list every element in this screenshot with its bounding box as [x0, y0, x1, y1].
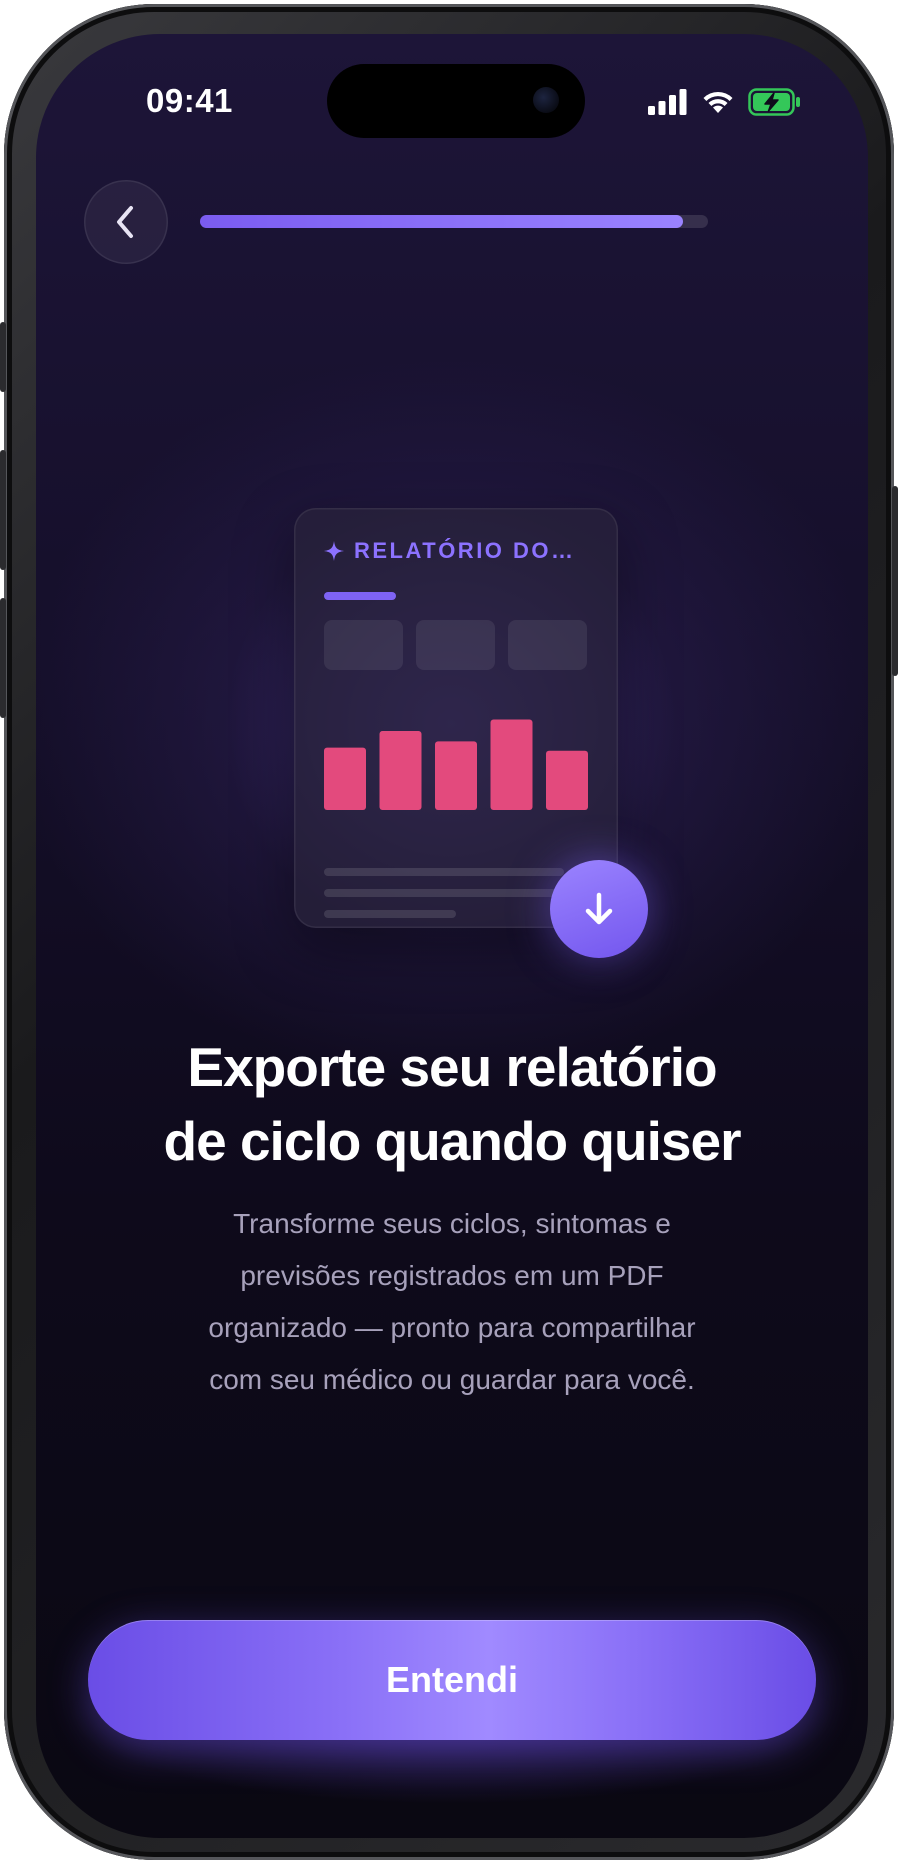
page-title-line: de ciclo quando quiser	[163, 1110, 742, 1172]
chart-bar	[435, 741, 477, 810]
phone-frame: 09:41 RELATÓRIO DO… Exporte seu relatóri…	[0, 4, 898, 1860]
front-camera	[533, 87, 559, 113]
volume-down-button	[0, 598, 6, 718]
report-title: RELATÓRIO DO…	[324, 538, 576, 564]
cellular-signal-icon	[648, 89, 687, 115]
understood-button[interactable]: Entendi	[88, 1620, 816, 1740]
status-icons	[648, 88, 802, 116]
chart-bar	[379, 730, 422, 810]
report-illustration-card: RELATÓRIO DO…	[294, 508, 618, 928]
chart-bar	[324, 747, 366, 810]
placeholder-line	[324, 868, 564, 876]
report-summary-tiles	[324, 620, 587, 670]
report-title-text: RELATÓRIO DO…	[354, 538, 576, 563]
back-button[interactable]	[84, 180, 168, 264]
summary-tile	[416, 620, 495, 670]
onboarding-progress-bar	[200, 215, 708, 228]
volume-up-button	[0, 450, 6, 570]
page-title-line: Exporte seu relatório	[187, 1036, 717, 1098]
placeholder-line	[324, 889, 564, 897]
download-badge	[550, 860, 648, 958]
chart-bar	[546, 750, 588, 810]
sparkle-icon	[324, 541, 344, 561]
chart-bar	[490, 719, 533, 810]
status-time: 09:41	[146, 82, 233, 119]
page-title: Exporte seu relatório de ciclo quando qu…	[76, 1030, 828, 1178]
power-button	[892, 486, 898, 676]
description-line: Transforme seus ciclos, sintomas e	[233, 1208, 671, 1239]
report-bar-chart	[324, 719, 588, 810]
description-line: organizado — pronto para compartilhar	[208, 1312, 696, 1343]
battery-charging-icon	[748, 88, 800, 116]
summary-tile	[508, 620, 587, 670]
chevron-left-icon	[117, 206, 133, 238]
wifi-icon	[703, 91, 733, 113]
report-text-lines	[324, 868, 564, 931]
description-line: com seu médico ou guardar para você.	[209, 1364, 695, 1395]
report-title-underline	[324, 592, 396, 600]
placeholder-line	[324, 910, 456, 918]
arrow-down-icon	[585, 892, 613, 925]
description-line: previsões registrados em um PDF	[240, 1260, 664, 1291]
summary-tile	[324, 620, 403, 670]
page-description: Transforme seus ciclos, sintomas e previ…	[146, 1198, 758, 1406]
progress-fill	[200, 215, 683, 228]
dynamic-island	[327, 64, 585, 138]
action-button	[0, 322, 6, 392]
app-screen: 09:41 RELATÓRIO DO… Exporte seu relatóri…	[36, 34, 868, 1838]
